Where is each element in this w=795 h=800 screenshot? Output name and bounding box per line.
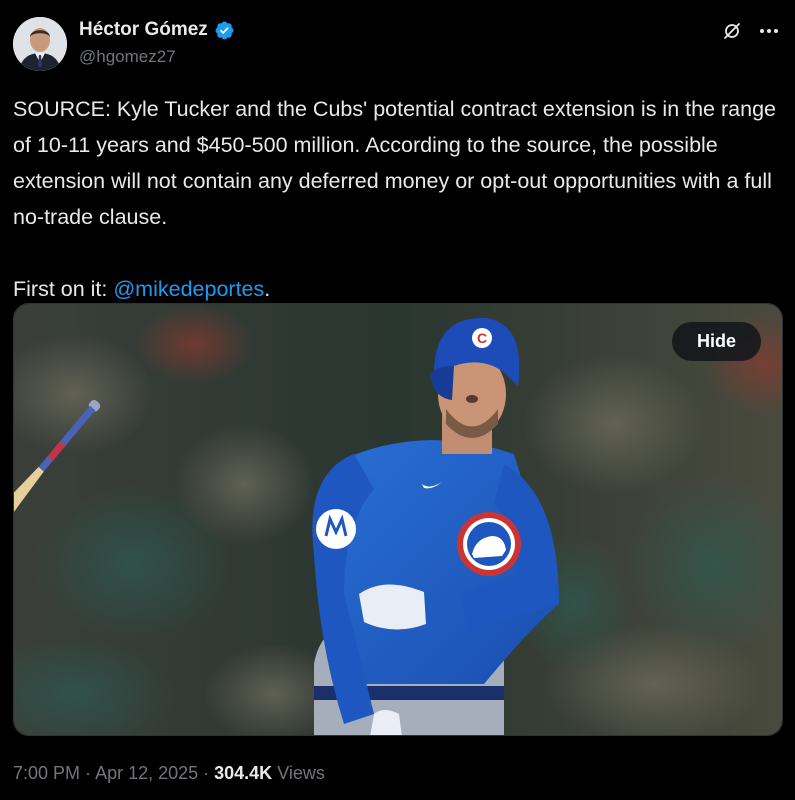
author-display-name[interactable]: Héctor Gómez: [79, 19, 208, 41]
avatar[interactable]: [13, 17, 67, 71]
mention-link[interactable]: @mikedeportes: [113, 277, 264, 301]
tweet-date[interactable]: Apr 12, 2025: [95, 763, 198, 783]
helmet-logo-letter: C: [477, 330, 487, 346]
views-count: 304.4K: [214, 763, 273, 783]
author-handle[interactable]: @hgomez27: [79, 47, 176, 67]
meta-separator: ·: [198, 763, 215, 783]
tweet-text-suffix: .: [264, 277, 271, 301]
tweet-time[interactable]: 7:00 PM: [13, 763, 80, 783]
views-label: Views: [272, 763, 325, 783]
tweet-text: SOURCE: Kyle Tucker and the Cubs' potent…: [13, 91, 788, 307]
tweet-text-prefix: First on it:: [13, 277, 114, 301]
hide-media-button[interactable]: Hide: [672, 322, 761, 361]
tweet-media-image[interactable]: C Hide: [13, 303, 783, 736]
tweet-metadata: 7:00 PM · Apr 12, 2025 · 304.4K Views: [13, 763, 325, 784]
tweet: Héctor Gómez @hgomez27 SOURCE: Kyle Tuck…: [0, 0, 795, 800]
meta-separator: ·: [80, 763, 96, 783]
author-name-row: Héctor Gómez: [79, 19, 235, 41]
verified-badge-icon[interactable]: [214, 20, 235, 41]
more-icon[interactable]: [756, 18, 782, 44]
grok-icon[interactable]: [722, 21, 742, 41]
tweet-text-paragraph-1: SOURCE: Kyle Tucker and the Cubs' potent…: [13, 97, 776, 229]
tweet-text-paragraph-2: First on it: @mikedeportes.: [13, 271, 788, 307]
